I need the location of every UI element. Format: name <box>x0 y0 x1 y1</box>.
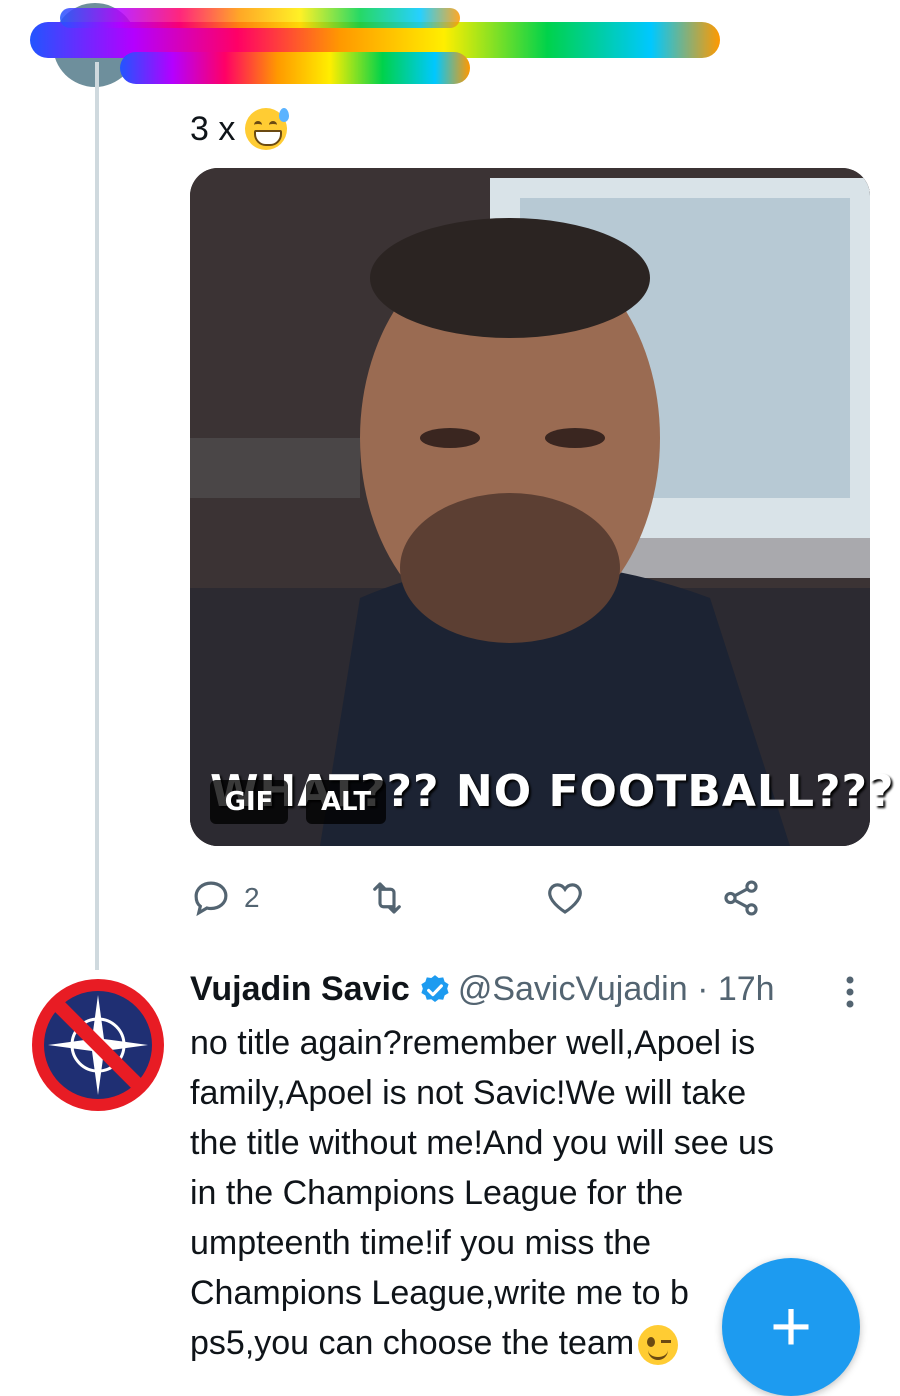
compose-tweet-button[interactable]: + <box>722 1258 860 1396</box>
tweet-action-bar: 2 <box>190 872 790 924</box>
reply-icon <box>194 881 228 917</box>
retweet-icon <box>373 882 401 914</box>
author-name[interactable]: Vujadin Savic <box>190 970 410 1009</box>
sweat-smile-emoji <box>245 108 290 150</box>
tweet-line: the title without me!And you will see us <box>190 1124 774 1162</box>
reply-button[interactable]: 2 <box>190 872 260 924</box>
no-nato-avatar-icon <box>32 979 164 1111</box>
plus-icon: + <box>769 1287 813 1367</box>
gif-media[interactable] <box>190 168 870 846</box>
redaction-scribble <box>30 3 720 87</box>
heart-icon <box>548 883 582 914</box>
tweet-line: umpteenth time!if you miss the <box>190 1224 652 1262</box>
more-options-icon[interactable] <box>840 972 860 1012</box>
author-avatar[interactable] <box>30 977 166 1113</box>
retweet-button[interactable] <box>366 872 408 924</box>
tweet-line: family,Apoel is not Savic!We will take <box>190 1074 747 1112</box>
verified-badge-icon <box>421 974 449 1002</box>
gif-frame-illustration <box>190 168 870 846</box>
tweet-line: in the Champions League for the <box>190 1174 684 1212</box>
like-button[interactable] <box>544 872 586 924</box>
tweet-line: no title again?remember well,Apoel is <box>190 1024 756 1062</box>
author-handle-time[interactable]: @SavicVujadin · 17h <box>458 970 775 1009</box>
reply-count: 2 <box>244 882 260 913</box>
previous-tweet-text: 3 x <box>190 108 290 150</box>
share-button[interactable] <box>720 872 762 924</box>
alt-badge[interactable]: ALT <box>306 780 386 824</box>
share-icon <box>724 880 758 916</box>
previous-tweet-body: 3 x <box>190 109 236 148</box>
gif-badge: GIF <box>210 780 288 824</box>
reply-author-line: Vujadin Savic @SavicVujadin · 17h <box>190 970 775 1009</box>
thread-connector-line <box>95 62 99 970</box>
wink-emoji <box>638 1325 679 1366</box>
tweet-line-text: ps5,you can choose the team <box>190 1324 635 1362</box>
